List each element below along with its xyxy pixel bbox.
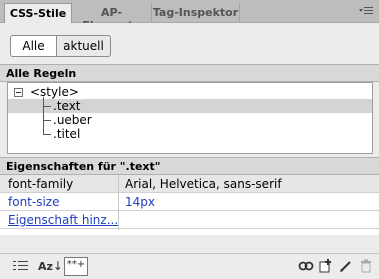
set-properties-button[interactable]: **+: [64, 257, 88, 276]
down-arrow-icon: ↓: [52, 259, 63, 273]
tab-ap-elemente[interactable]: AP-Elemente: [72, 3, 152, 32]
tree-item-ueber[interactable]: .ueber: [8, 113, 372, 127]
set-properties-label: **+: [66, 259, 86, 270]
tree-connector: [43, 134, 51, 135]
tree-item-titel[interactable]: .titel: [8, 127, 372, 141]
tab-css-stile[interactable]: CSS-Stile: [4, 3, 72, 23]
property-value[interactable]: Arial, Helvetica, sans-serif: [125, 177, 282, 191]
new-rule-icon[interactable]: [318, 259, 334, 275]
property-name: font-family: [8, 177, 74, 191]
az-label: Az: [38, 260, 53, 273]
add-property-row[interactable]: Eigenschaft hinz...: [0, 211, 379, 229]
tree-connector: [43, 120, 51, 121]
current-rules-button[interactable]: aktuell: [56, 35, 111, 57]
properties-table: font-family Arial, Helvetica, sans-serif…: [0, 175, 379, 235]
alphabetical-view-icon[interactable]: Az↓: [38, 259, 63, 275]
tab-tag-inspektor[interactable]: Tag-Inspektor: [152, 3, 240, 23]
panel-menu-icon[interactable]: [359, 5, 373, 17]
bottom-toolbar: Az↓ **+: [0, 253, 379, 279]
tree-root-label: <style>: [30, 85, 79, 99]
properties-header: Eigenschaften für ".text": [0, 157, 379, 175]
tree-connector: [43, 97, 44, 135]
tree-connector: [43, 106, 51, 107]
tree-root-row[interactable]: <style>: [8, 85, 372, 99]
property-name: font-size: [8, 195, 60, 209]
collapse-icon[interactable]: [14, 88, 23, 97]
add-property-link[interactable]: Eigenschaft hinz...: [8, 213, 118, 227]
all-rules-header: Alle Regeln: [0, 64, 379, 82]
property-row[interactable]: font-size 14px: [0, 193, 379, 211]
edit-icon[interactable]: [338, 259, 354, 275]
tree-item-text[interactable]: .text: [8, 99, 372, 113]
column-divider: [118, 175, 119, 230]
rules-tree[interactable]: <style> .text .ueber .titel: [7, 82, 373, 154]
tree-item-label: .titel: [53, 127, 81, 141]
delete-icon[interactable]: [358, 259, 374, 275]
category-view-icon[interactable]: [12, 259, 30, 275]
panel-tab-bar: CSS-Stile AP-Elemente Tag-Inspektor: [0, 0, 379, 32]
property-value[interactable]: 14px: [125, 195, 155, 209]
tree-item-label: .text: [53, 99, 81, 113]
all-rules-button[interactable]: Alle: [10, 35, 57, 57]
property-row[interactable]: font-family Arial, Helvetica, sans-serif: [0, 175, 379, 193]
tree-item-label: .ueber: [53, 113, 92, 127]
attach-stylesheet-icon[interactable]: [297, 259, 315, 275]
